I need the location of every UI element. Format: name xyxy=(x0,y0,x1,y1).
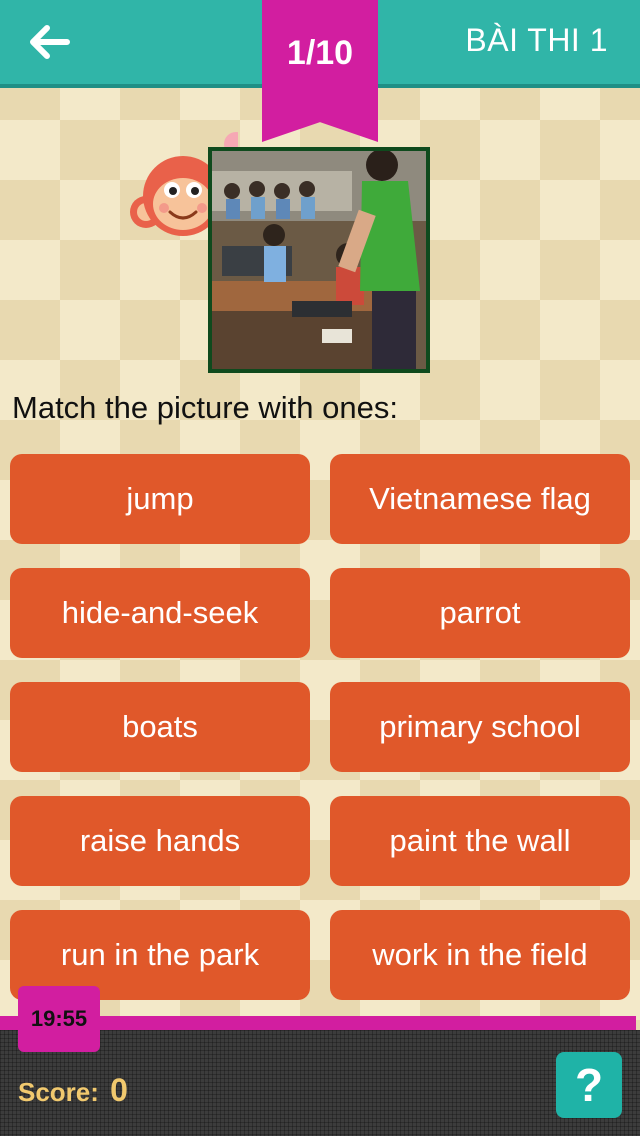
score-label: Score: xyxy=(18,1077,99,1107)
arrow-left-icon xyxy=(30,25,70,59)
question-counter-ribbon: 1/10 xyxy=(262,0,378,142)
score-display: Score: 0 xyxy=(18,1072,128,1109)
classroom-photo xyxy=(212,151,426,369)
back-button[interactable] xyxy=(20,16,80,68)
question-mark-icon: ? xyxy=(574,1059,604,1111)
answer-button[interactable]: raise hands xyxy=(10,796,310,886)
answer-button[interactable]: work in the field xyxy=(330,910,630,1000)
answer-button[interactable]: hide-and-seek xyxy=(10,568,310,658)
help-button[interactable]: ? xyxy=(556,1052,622,1118)
question-photo xyxy=(208,147,430,373)
answer-button[interactable]: jump xyxy=(10,454,310,544)
question-prompt: Match the picture with ones: xyxy=(12,390,398,425)
answer-button[interactable]: paint the wall xyxy=(330,796,630,886)
answer-button[interactable]: Vietnamese flag xyxy=(330,454,630,544)
countdown-timer: 19:55 xyxy=(18,986,100,1052)
score-value: 0 xyxy=(110,1072,128,1108)
question-counter: 1/10 xyxy=(286,34,354,72)
answer-grid: jump Vietnamese flag hide-and-seek parro… xyxy=(10,454,630,1000)
page-title: BÀI THI 1 xyxy=(465,22,608,58)
answer-button[interactable]: primary school xyxy=(330,682,630,772)
answer-button[interactable]: boats xyxy=(10,682,310,772)
answer-button[interactable]: parrot xyxy=(330,568,630,658)
